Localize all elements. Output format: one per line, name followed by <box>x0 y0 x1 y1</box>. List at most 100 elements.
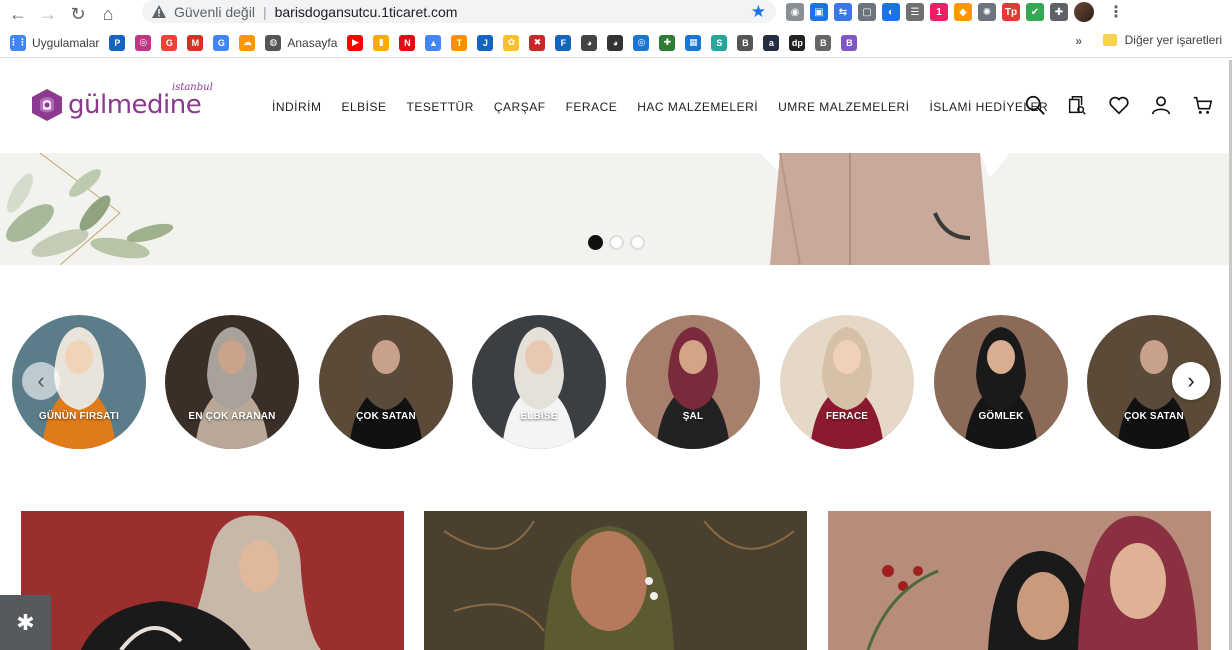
category-label: GÜNÜN FIRSATI <box>38 411 120 422</box>
bookmark-star-icon[interactable]: ★ <box>751 2 766 22</box>
bookmark-1-icon: P <box>109 34 126 51</box>
b2-bookmark[interactable]: B <box>815 32 832 54</box>
camera-ext-icon[interactable]: ◉ <box>786 3 804 21</box>
category-label: EN ÇOK ARANAN <box>188 411 276 422</box>
b1-bookmark[interactable]: B <box>737 32 754 54</box>
logo-mark-icon <box>32 89 62 121</box>
browser-toolbar: ← → ↻ ⌂ Güvenli değil | barisdogansutcu.… <box>0 0 1232 28</box>
leaves-decoration <box>6 153 174 265</box>
dp-bookmark[interactable]: dp <box>789 32 806 54</box>
s-icon: S <box>711 34 728 51</box>
window-ext-icon[interactable]: ▢ <box>858 3 876 21</box>
shield-ext-icon[interactable]: ✔ <box>1026 3 1044 21</box>
browser-menu-icon[interactable]: ⋮ <box>1108 2 1124 22</box>
bookmarks-overflow-button[interactable]: » <box>1075 34 1082 48</box>
anasayfa-bookmark[interactable]: ◍ Anasayfa <box>265 32 337 54</box>
user-icon[interactable] <box>1150 94 1172 116</box>
b3-bookmark[interactable]: B <box>841 32 858 54</box>
other-bookmarks[interactable]: Diğer yer işaretleri <box>1102 33 1222 47</box>
ghost-bookmark[interactable]: ◕ <box>581 32 598 54</box>
category-item[interactable]: ŞAL <box>626 315 760 449</box>
bookmark-1[interactable]: P <box>109 32 126 54</box>
j-bookmark[interactable]: J <box>477 32 494 54</box>
youtube-bookmark[interactable]: ▶ <box>347 32 364 54</box>
category-label: ŞAL <box>682 411 704 422</box>
category-item[interactable]: ELBİSE <box>472 315 606 449</box>
category-item[interactable]: EN ÇOK ARANAN <box>165 315 299 449</box>
edge-ext-icon[interactable]: ◐ <box>882 3 900 21</box>
amazon-bookmark[interactable]: a <box>763 32 780 54</box>
menu-item-3[interactable]: ÇARŞAF <box>494 100 546 114</box>
netflix-bookmark[interactable]: N <box>399 32 416 54</box>
banner-3[interactable] <box>828 511 1211 650</box>
analytics-bookmark[interactable]: ▮ <box>373 32 390 54</box>
grid-bookmark[interactable]: ▦ <box>685 32 702 54</box>
order-track-icon[interactable] <box>1066 94 1088 116</box>
forward-button[interactable]: → <box>36 2 60 26</box>
carousel-prev-button[interactable]: ‹ <box>22 362 60 400</box>
f-icon: F <box>555 34 572 51</box>
back-button[interactable]: ← <box>6 2 30 26</box>
hero-slider[interactable] <box>0 153 1232 265</box>
menu-item-5[interactable]: HAC MALZEMELERİ <box>637 100 758 114</box>
folder-icon <box>1102 34 1117 46</box>
instagram-icon: ◎ <box>135 34 152 51</box>
cube-ext-icon[interactable]: ◆ <box>954 3 972 21</box>
analytics-icon: ▮ <box>373 34 390 51</box>
category-item[interactable]: ÇOK SATAN <box>319 315 453 449</box>
site-logo[interactable]: gülmedine istanbul <box>30 82 213 122</box>
menu-item-6[interactable]: UMRE MALZEMELERİ <box>778 100 909 114</box>
profile-avatar[interactable] <box>1074 2 1094 22</box>
category-item[interactable]: GÖMLEK <box>934 315 1068 449</box>
warning-icon[interactable] <box>152 5 166 19</box>
carousel-next-button[interactable]: › <box>1172 362 1210 400</box>
other-bookmarks-label: Diğer yer işaretleri <box>1124 33 1222 47</box>
dp-icon: dp <box>789 34 806 51</box>
home-button[interactable]: ⌂ <box>96 2 120 26</box>
menu-item-0[interactable]: İNDİRİM <box>272 100 322 114</box>
url-text[interactable]: barisdogansutcu.1ticaret.com <box>275 4 458 20</box>
cart-icon[interactable] <box>1192 94 1214 116</box>
plus-bookmark[interactable]: ✚ <box>659 32 676 54</box>
paw-bookmark[interactable]: ✿ <box>503 32 520 54</box>
puzzle-ext-icon[interactable]: ✚ <box>1050 3 1068 21</box>
apps-bookmark[interactable]: ⋮⋮ Uygulamalar <box>9 32 100 54</box>
search-icon[interactable] <box>1024 94 1046 116</box>
circle-bookmark[interactable]: ◎ <box>633 32 650 54</box>
instagram-bookmark[interactable]: ◎ <box>135 32 152 54</box>
screenshot-ext-icon[interactable]: ▣ <box>810 3 828 21</box>
tp-ext-icon[interactable]: Tp <box>1002 3 1020 21</box>
gear-ext-icon[interactable]: ✺ <box>978 3 996 21</box>
ads-bookmark[interactable]: ▲ <box>425 32 442 54</box>
category-label: ELBİSE <box>520 411 558 422</box>
gmail-icon: M <box>187 34 204 51</box>
heart-icon[interactable] <box>1108 94 1130 116</box>
google-bookmark[interactable]: G <box>161 32 178 54</box>
dark-ext-icon[interactable]: ☰ <box>906 3 924 21</box>
translate-bookmark[interactable]: G <box>213 32 230 54</box>
address-bar[interactable]: Güvenli değil | barisdogansutcu.1ticaret… <box>142 0 776 23</box>
menu-item-1[interactable]: ELBİSE <box>342 100 387 114</box>
gmail-bookmark[interactable]: M <box>187 32 204 54</box>
f-bookmark[interactable]: F <box>555 32 572 54</box>
logo-text: gülmedine <box>68 90 202 120</box>
security-label[interactable]: Güvenli değil <box>174 4 255 20</box>
slider-dot-2[interactable] <box>609 235 624 250</box>
banner-2[interactable] <box>424 511 807 650</box>
red-bookmark[interactable]: ✖ <box>529 32 546 54</box>
reload-button[interactable]: ↻ <box>66 2 90 26</box>
cloud-bookmark[interactable]: ☁ <box>239 32 256 54</box>
menu-item-4[interactable]: FERACE <box>566 100 618 114</box>
s-bookmark[interactable]: S <box>711 32 728 54</box>
t-bookmark[interactable]: T <box>451 32 468 54</box>
translate-ext-icon[interactable]: ⇆ <box>834 3 852 21</box>
category-item[interactable]: FERACE <box>780 315 914 449</box>
slider-dot-1[interactable] <box>588 235 603 250</box>
ghost2-bookmark[interactable]: ◕ <box>607 32 624 54</box>
badge-ext-icon[interactable]: 1 <box>930 3 948 21</box>
slider-dot-3[interactable] <box>630 235 645 250</box>
banner-1[interactable] <box>21 511 404 650</box>
settings-gear-button[interactable]: ✱ <box>0 595 51 650</box>
bookmark-label: Uygulamalar <box>32 35 100 50</box>
menu-item-2[interactable]: TESETTÜR <box>407 100 474 114</box>
